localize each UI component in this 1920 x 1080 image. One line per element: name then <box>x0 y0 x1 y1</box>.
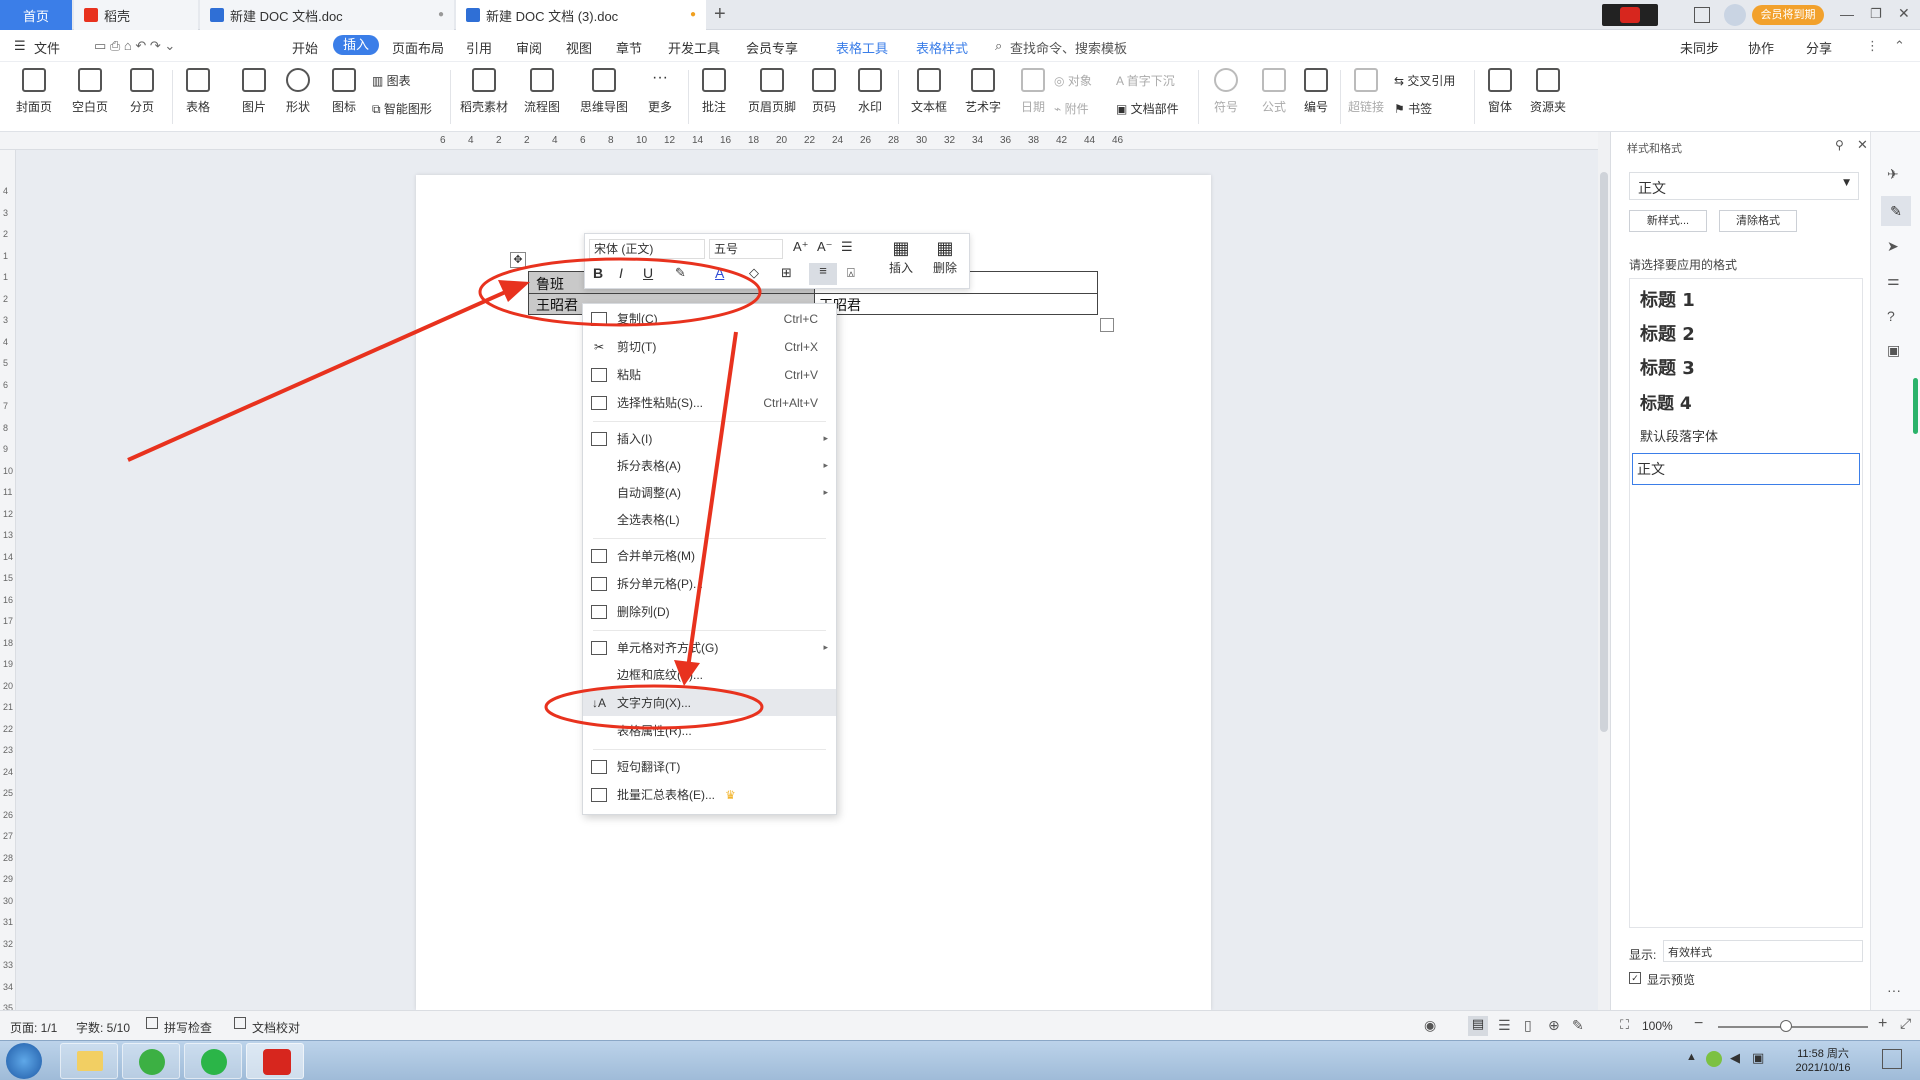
style-default-font[interactable]: 默认段落字体 <box>1640 419 1868 451</box>
rocket-icon[interactable]: ✈ <box>1887 166 1899 183</box>
page-view-icon[interactable]: ▤ <box>1468 1016 1488 1036</box>
style-list: 标题 1 标题 2 标题 3 标题 4 默认段落字体 正文 <box>1629 278 1863 928</box>
wps-taskbar-item[interactable] <box>246 1043 304 1079</box>
fit-page-icon[interactable]: ⛶ <box>1620 1017 1629 1033</box>
style-body[interactable]: 正文 <box>1632 453 1860 485</box>
close-panel-icon[interactable]: ✕ <box>1857 137 1868 153</box>
style-heading-2-label: 标题 2 <box>1640 324 1695 345</box>
style-heading-4-label: 标题 4 <box>1640 393 1692 414</box>
show-label: 显示: <box>1629 948 1657 962</box>
current-style-value: 正文 <box>1638 181 1666 197</box>
zoom-in-icon[interactable]: + <box>1878 1015 1887 1033</box>
tray-expand-icon[interactable]: ▲ <box>1686 1051 1697 1063</box>
status-bar: 页面: 1/1 字数: 5/10 拼写检查 文档校对 ◉ ▤ ☰ ▯ ⊕ ✎ ⛶… <box>0 1010 1920 1040</box>
proofread-icon <box>234 1017 246 1029</box>
annotation-ellipse-cells <box>478 257 762 327</box>
style-heading-2[interactable]: 标题 2 <box>1640 317 1868 349</box>
start-button[interactable] <box>6 1043 42 1079</box>
folder-icon <box>77 1051 103 1071</box>
show-select[interactable]: 有效样式 <box>1663 940 1863 962</box>
style-heading-1[interactable]: 标题 1 <box>1640 283 1868 315</box>
spellcheck-button[interactable]: 拼写检查 <box>164 1019 212 1036</box>
outline-view-icon[interactable]: ☰ <box>1498 1017 1511 1034</box>
annotation-arrow-line-2 <box>686 331 738 669</box>
choose-format-label: 请选择要应用的格式 <box>1629 258 1738 272</box>
show-value: 有效样式 <box>1668 947 1712 959</box>
side-scroll-indicator[interactable] <box>1913 378 1918 434</box>
eye-icon[interactable]: ◉ <box>1424 1017 1436 1034</box>
wechat-icon <box>201 1049 227 1075</box>
wps-icon <box>263 1049 291 1075</box>
panel-title: 样式和格式 <box>1627 143 1682 155</box>
zoom-slider[interactable] <box>1718 1026 1868 1028</box>
style-default-font-label: 默认段落字体 <box>1640 429 1719 445</box>
new-style-button[interactable]: 新样式... <box>1629 210 1707 232</box>
annotation-arrowhead-1 <box>498 280 530 302</box>
styles-panel: 样式和格式 ⚲ ✕ 正文 ▼ 新样式... 清除格式 请选择要应用的格式 标题 1… <box>1610 132 1870 1010</box>
preview-checkbox[interactable]: ✓ <box>1629 972 1641 984</box>
annotation-ellipse-text-direction <box>544 684 764 730</box>
zoom-slider-thumb[interactable] <box>1780 1020 1792 1032</box>
browser-taskbar-item[interactable] <box>122 1043 180 1079</box>
zoom-out-icon[interactable]: − <box>1694 1015 1703 1033</box>
browser-icon <box>139 1049 165 1075</box>
volume-icon[interactable]: ◀ <box>1730 1050 1740 1066</box>
reading-view-icon[interactable]: ▯ <box>1524 1017 1532 1034</box>
style-heading-3-label: 标题 3 <box>1640 358 1695 379</box>
word-count[interactable]: 字数: 5/10 <box>76 1019 130 1036</box>
pin-icon[interactable]: ⚲ <box>1835 138 1844 152</box>
sliders-icon[interactable]: ⚌ <box>1887 272 1900 289</box>
cursor-icon[interactable]: ➤ <box>1887 238 1899 255</box>
clock-date[interactable]: 2021/10/16 <box>1790 1062 1856 1074</box>
annotation-arrowhead-2 <box>674 660 700 686</box>
chevron-down-icon: ▼ <box>1843 178 1850 188</box>
explorer-taskbar-item[interactable] <box>60 1043 118 1079</box>
web-view-icon[interactable]: ⊕ <box>1548 1017 1560 1034</box>
current-style-select[interactable]: 正文 ▼ <box>1629 172 1859 200</box>
help-icon[interactable]: ? <box>1887 308 1895 324</box>
spellcheck-icon <box>146 1017 158 1029</box>
page-count: 页面: 1/1 <box>10 1021 58 1035</box>
zoom-level[interactable]: 100% <box>1642 1019 1673 1033</box>
write-view-icon[interactable]: ✎ <box>1572 1017 1584 1034</box>
wechat-taskbar-item[interactable] <box>184 1043 242 1079</box>
image-icon[interactable]: ▣ <box>1887 342 1900 359</box>
proofread-button[interactable]: 文档校对 <box>252 1019 300 1036</box>
style-heading-1-label: 标题 1 <box>1640 290 1695 311</box>
preview-label: 显示预览 <box>1647 973 1696 987</box>
pen-icon[interactable]: ✎ <box>1881 196 1911 226</box>
clock-time[interactable]: 11:58 周六 <box>1790 1045 1856 1061</box>
network-icon[interactable]: ▣ <box>1752 1050 1764 1066</box>
annotation-arrow-line-1 <box>127 288 511 462</box>
style-heading-4[interactable]: 标题 4 <box>1640 385 1868 417</box>
notification-icon[interactable] <box>1882 1049 1902 1069</box>
style-body-label: 正文 <box>1637 462 1665 478</box>
fullscreen-icon[interactable]: ⤢ <box>1900 1015 1911 1032</box>
style-heading-3[interactable]: 标题 3 <box>1640 351 1868 383</box>
windows-taskbar: ▲ ◀ ▣ 11:58 周六 2021/10/16 <box>0 1040 1920 1080</box>
right-tool-sidebar: ✈ ✎ ➤ ⚌ ? ▣ ··· <box>1870 132 1920 1010</box>
tray-app-icon[interactable] <box>1706 1051 1722 1067</box>
clear-format-button[interactable]: 清除格式 <box>1719 210 1797 232</box>
more-dots-icon[interactable]: ··· <box>1887 982 1901 998</box>
